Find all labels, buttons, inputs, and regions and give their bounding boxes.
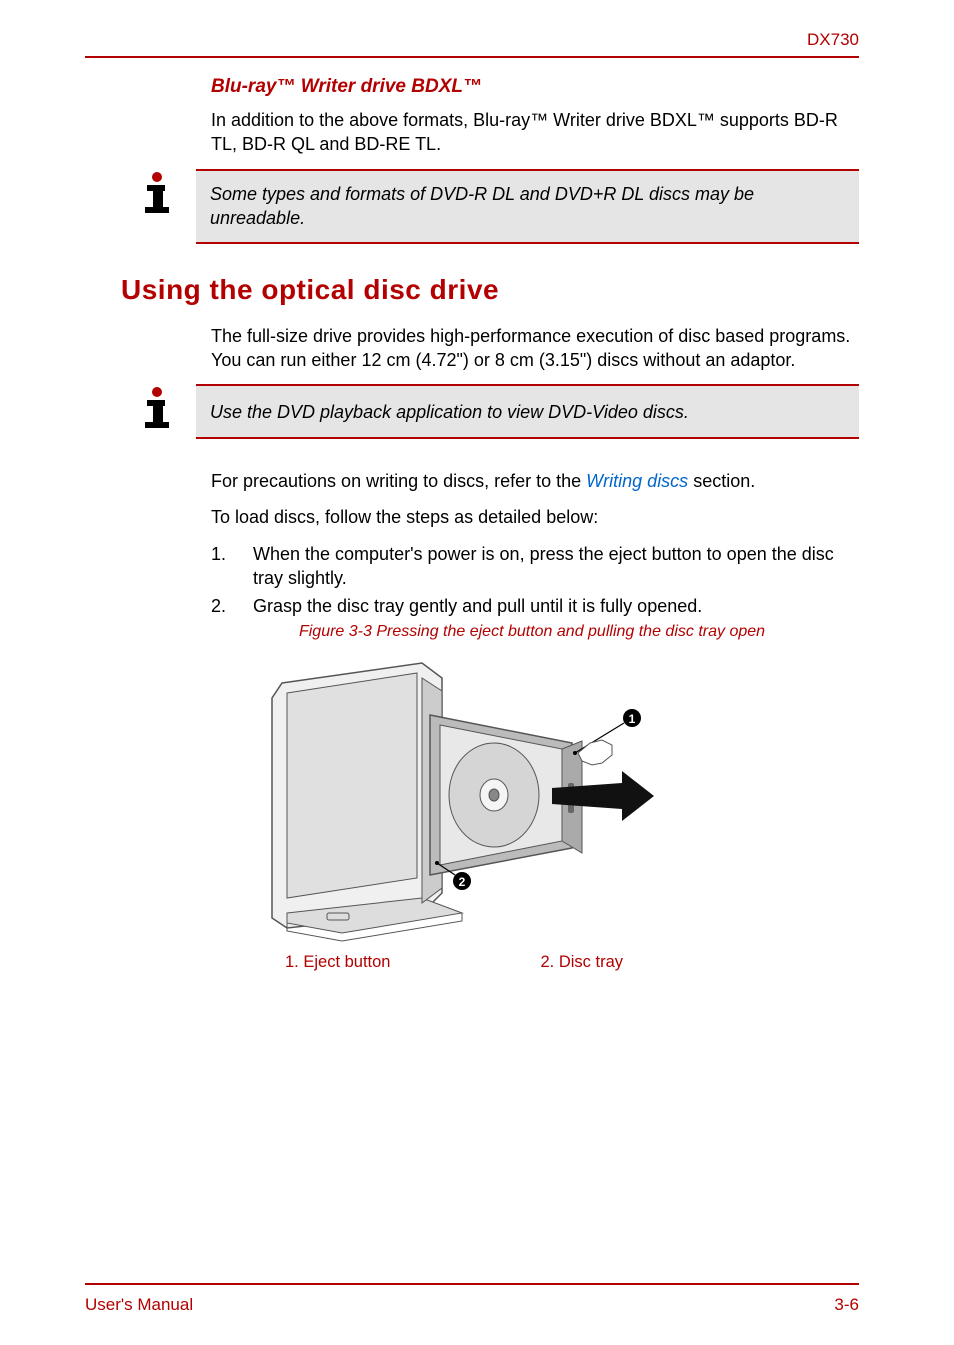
figure-caption: Figure 3-3 Pressing the eject button and…	[205, 623, 859, 641]
note-2-text: Use the DVD playback application to view…	[210, 400, 689, 424]
precautions-pre: For precautions on writing to discs, ref…	[211, 471, 586, 491]
footer: User's Manual 3-6	[85, 1283, 859, 1315]
footer-rule	[85, 1283, 859, 1285]
bluray-heading: Blu-ray™ Writer drive BDXL™	[211, 76, 859, 98]
figure-legend-2: 2. Disc tray	[541, 953, 624, 972]
disc-drive-illustration: 1 2	[262, 653, 682, 943]
header-model: DX730	[85, 30, 859, 56]
step-1-num: 1.	[211, 542, 253, 591]
note-1-text: Some types and formats of DVD-R DL and D…	[210, 182, 845, 231]
precautions-post: section.	[688, 471, 755, 491]
step-2: 2. Grasp the disc tray gently and pull u…	[211, 594, 859, 618]
main-heading: Using the optical disc drive	[121, 274, 859, 306]
precautions-text: For precautions on writing to discs, ref…	[211, 469, 859, 493]
writing-discs-link[interactable]: Writing discs	[586, 471, 688, 491]
figure-legend-1: 1. Eject button	[285, 953, 391, 972]
info-icon	[133, 169, 181, 222]
step-2-text: Grasp the disc tray gently and pull unti…	[253, 594, 859, 618]
figure-3-3: 1 2	[85, 653, 859, 943]
load-intro: To load discs, follow the steps as detai…	[211, 505, 859, 529]
step-1-text: When the computer's power is on, press t…	[253, 542, 859, 591]
svg-text:2: 2	[459, 875, 466, 889]
footer-page-number: 3-6	[834, 1295, 859, 1315]
main-body: The full-size drive provides high-perfor…	[211, 324, 859, 373]
header-rule	[85, 56, 859, 58]
note-2: Use the DVD playback application to view…	[85, 384, 859, 439]
step-1: 1. When the computer's power is on, pres…	[211, 542, 859, 591]
bluray-body: In addition to the above formats, Blu-ra…	[211, 108, 859, 157]
footer-left: User's Manual	[85, 1295, 193, 1315]
svg-text:1: 1	[629, 712, 636, 726]
info-icon	[133, 384, 181, 437]
note-1: Some types and formats of DVD-R DL and D…	[85, 169, 859, 244]
step-2-num: 2.	[211, 594, 253, 618]
figure-legend: 1. Eject button 2. Disc tray	[285, 953, 859, 972]
